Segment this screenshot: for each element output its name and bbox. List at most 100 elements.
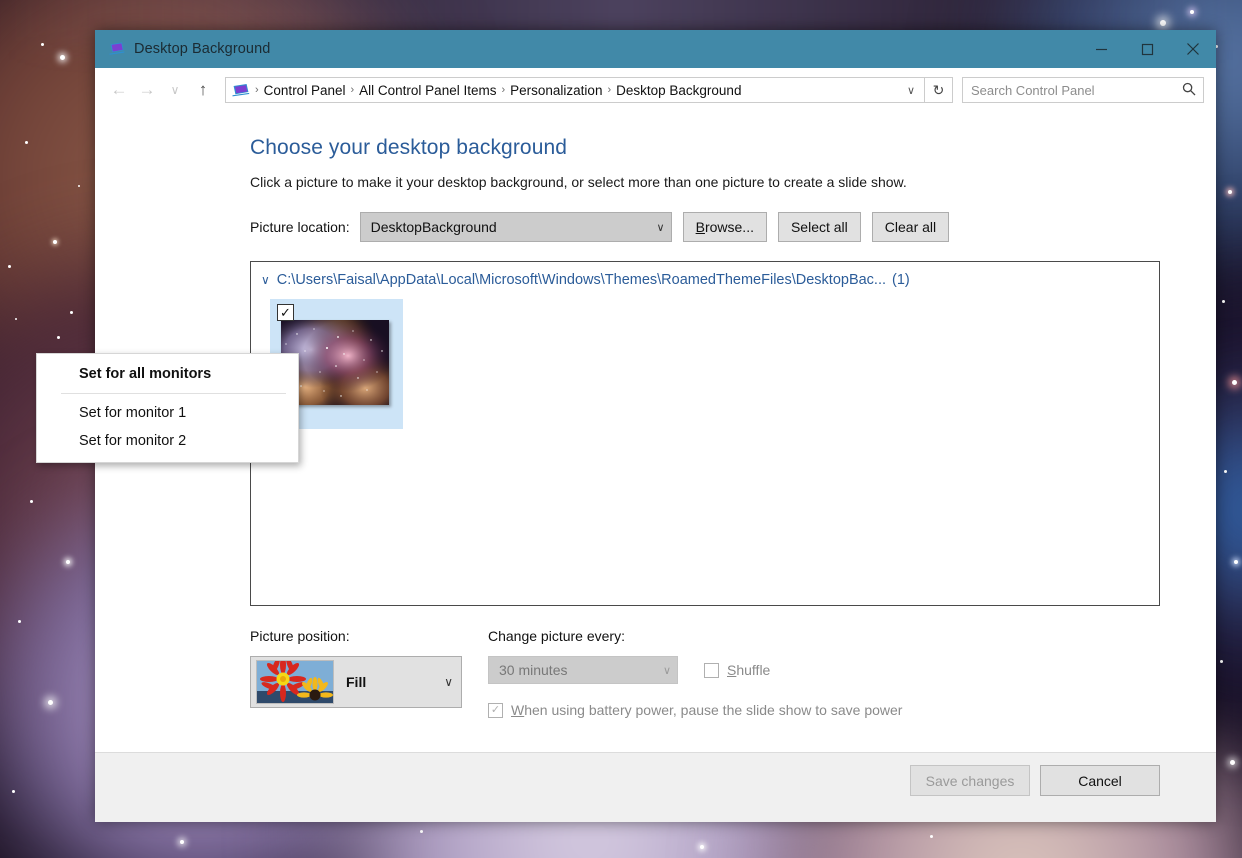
navigation-bar: ← → ∨ ↑ › Control Panel › All Control Pa… — [95, 68, 1216, 112]
maximize-button[interactable] — [1124, 30, 1170, 68]
star — [1224, 470, 1227, 473]
picture-group-header[interactable]: ∨ C:\Users\Faisal\AppData\Local\Microsof… — [251, 262, 1159, 294]
shuffle-label-rest: huffle — [736, 662, 770, 678]
chevron-down-icon: ∨ — [444, 675, 453, 689]
star — [18, 620, 21, 623]
flowers-preview-icon — [256, 660, 334, 704]
forward-button[interactable]: → — [133, 76, 161, 104]
thumbnail-checkbox[interactable]: ✓ — [277, 304, 294, 321]
picture-location-label: Picture location: — [250, 219, 350, 235]
star — [15, 318, 17, 320]
battery-pause-row: ✓ When using battery power, pause the sl… — [488, 702, 1160, 718]
window-title: Desktop Background — [134, 41, 270, 57]
star — [1220, 660, 1223, 663]
star — [41, 43, 44, 46]
star — [930, 835, 933, 838]
battery-accelerator: W — [511, 702, 524, 718]
window-titlebar[interactable]: Desktop Background — [95, 30, 1216, 68]
shuffle-checkbox — [704, 663, 719, 678]
chevron-down-icon: ∨ — [657, 221, 665, 234]
picture-list-panel[interactable]: ∨ C:\Users\Faisal\AppData\Local\Microsof… — [250, 261, 1160, 606]
shuffle-checkbox-row: Shuffle — [704, 662, 770, 678]
window-controls — [1078, 30, 1216, 68]
cancel-button[interactable]: Cancel — [1040, 765, 1160, 796]
thumbnail-grid: ✓ — [251, 294, 1159, 429]
star — [1230, 760, 1235, 765]
minimize-button[interactable] — [1078, 30, 1124, 68]
chevron-down-icon[interactable]: ∨ — [261, 273, 270, 287]
clear-all-button[interactable]: Clear all — [872, 212, 949, 242]
star — [78, 185, 80, 187]
page-subtitle: Click a picture to make it your desktop … — [250, 174, 1160, 190]
star — [53, 240, 57, 244]
context-menu-item-set-monitor-1[interactable]: Set for monitor 1 — [37, 399, 298, 427]
battery-label-rest: hen using battery power, pause the slide… — [524, 702, 902, 718]
picture-location-dropdown[interactable]: DesktopBackground ∨ — [360, 212, 672, 242]
browse-label-rest: rowse... — [705, 219, 754, 235]
refresh-icon[interactable]: ↻ — [925, 77, 953, 103]
browse-accelerator: B — [696, 219, 705, 235]
shuffle-accelerator: S — [727, 662, 736, 678]
back-button[interactable]: ← — [105, 76, 133, 104]
chevron-down-icon: ∨ — [663, 664, 671, 677]
bottom-controls: Picture position: — [250, 628, 1160, 718]
search-input[interactable] — [971, 83, 1179, 98]
star — [420, 830, 423, 833]
star — [1234, 560, 1238, 564]
up-button[interactable]: ↑ — [189, 76, 217, 104]
monitor-icon — [232, 83, 250, 98]
monitor-icon — [109, 41, 125, 57]
recent-locations-button[interactable]: ∨ — [161, 76, 189, 104]
search-icon[interactable] — [1179, 82, 1199, 99]
change-picture-label: Change picture every: — [488, 628, 1160, 644]
star — [1160, 20, 1166, 26]
context-menu-item-set-monitor-2[interactable]: Set for monitor 2 — [37, 427, 298, 455]
context-menu: Set for all monitors Set for monitor 1 S… — [36, 353, 299, 463]
picture-position-dropdown[interactable]: Fill ∨ — [250, 656, 462, 708]
star — [60, 55, 65, 60]
star — [1190, 10, 1194, 14]
change-interval-value: 30 minutes — [499, 662, 567, 678]
picture-position-label: Picture position: — [250, 628, 488, 644]
star — [12, 790, 15, 793]
save-changes-button[interactable]: Save changes — [910, 765, 1030, 796]
star — [8, 265, 11, 268]
breadcrumb-all-control-panel-items[interactable]: All Control Panel Items — [355, 83, 500, 98]
chevron-down-icon[interactable]: ∨ — [900, 84, 922, 97]
desktop-wallpaper: Desktop Background ← → ∨ ↑ — [0, 0, 1242, 858]
battery-pause-checkbox: ✓ — [488, 703, 503, 718]
select-all-button[interactable]: Select all — [778, 212, 861, 242]
star — [1228, 190, 1232, 194]
star — [700, 845, 704, 849]
change-interval-dropdown: 30 minutes ∨ — [488, 656, 678, 684]
star — [48, 700, 53, 705]
picture-location-value: DesktopBackground — [371, 219, 497, 235]
picture-group-count: (1) — [886, 272, 910, 288]
breadcrumb-control-panel[interactable]: Control Panel — [260, 83, 350, 98]
star — [57, 336, 60, 339]
star — [30, 500, 33, 503]
shuffle-label: Shuffle — [727, 662, 770, 678]
breadcrumb-personalization[interactable]: Personalization — [506, 83, 606, 98]
change-picture-column: Change picture every: 30 minutes ∨ Shuff… — [488, 628, 1160, 718]
star — [25, 141, 28, 144]
star — [70, 311, 73, 314]
page-title: Choose your desktop background — [250, 136, 1160, 160]
context-menu-separator — [61, 393, 286, 394]
window-footer: Save changes Cancel — [95, 752, 1216, 822]
breadcrumb-desktop-background[interactable]: Desktop Background — [612, 83, 745, 98]
search-box[interactable] — [962, 77, 1204, 103]
star — [66, 560, 70, 564]
battery-pause-label: When using battery power, pause the slid… — [511, 702, 902, 718]
picture-position-value: Fill — [346, 674, 366, 690]
picture-position-column: Picture position: — [250, 628, 488, 718]
change-picture-row: 30 minutes ∨ Shuffle — [488, 656, 1160, 684]
browse-button[interactable]: Browse... — [683, 212, 767, 242]
context-menu-item-set-all-monitors[interactable]: Set for all monitors — [37, 360, 298, 388]
close-button[interactable] — [1170, 30, 1216, 68]
picture-group-path: C:\Users\Faisal\AppData\Local\Microsoft\… — [277, 272, 886, 288]
star — [180, 840, 184, 844]
address-bar[interactable]: › Control Panel › All Control Panel Item… — [225, 77, 925, 103]
star — [1232, 380, 1237, 385]
star — [1222, 300, 1225, 303]
